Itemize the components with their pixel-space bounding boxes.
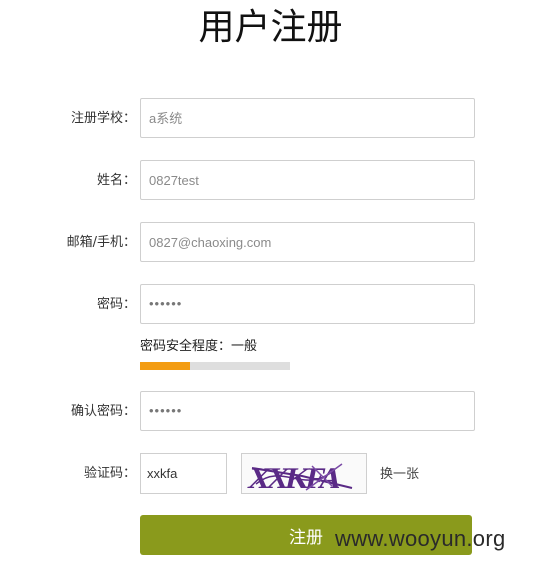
password-label: 密码： [96,297,136,312]
captcha-text: XXKFA [245,461,345,493]
school-input[interactable] [140,98,475,138]
password-strength-bar [140,362,290,370]
name-input[interactable] [140,160,475,200]
password-input[interactable]: •••••• [140,284,475,324]
confirm-password-input[interactable]: •••••• [140,391,475,431]
captcha-input[interactable]: xxkfa [140,453,227,494]
confirm-password-label: 确认密码： [70,404,136,419]
password-strength-fill [140,362,190,370]
captcha-graphic: XXKFA [245,461,353,495]
captcha-image[interactable]: XXKFA [241,453,367,495]
password-strength-text: 密码安全程度：一般 [140,339,258,354]
name-label: 姓名： [96,173,136,188]
contact-label: 邮箱/手机： [66,235,136,250]
watermark: www.wooyun.org [335,526,506,551]
page-title: 用户注册 [198,7,343,48]
school-label: 注册学校： [70,111,136,126]
captcha-label: 验证码： [83,466,136,481]
contact-input[interactable] [140,222,475,262]
refresh-captcha-link[interactable]: 换一张 [380,463,419,482]
